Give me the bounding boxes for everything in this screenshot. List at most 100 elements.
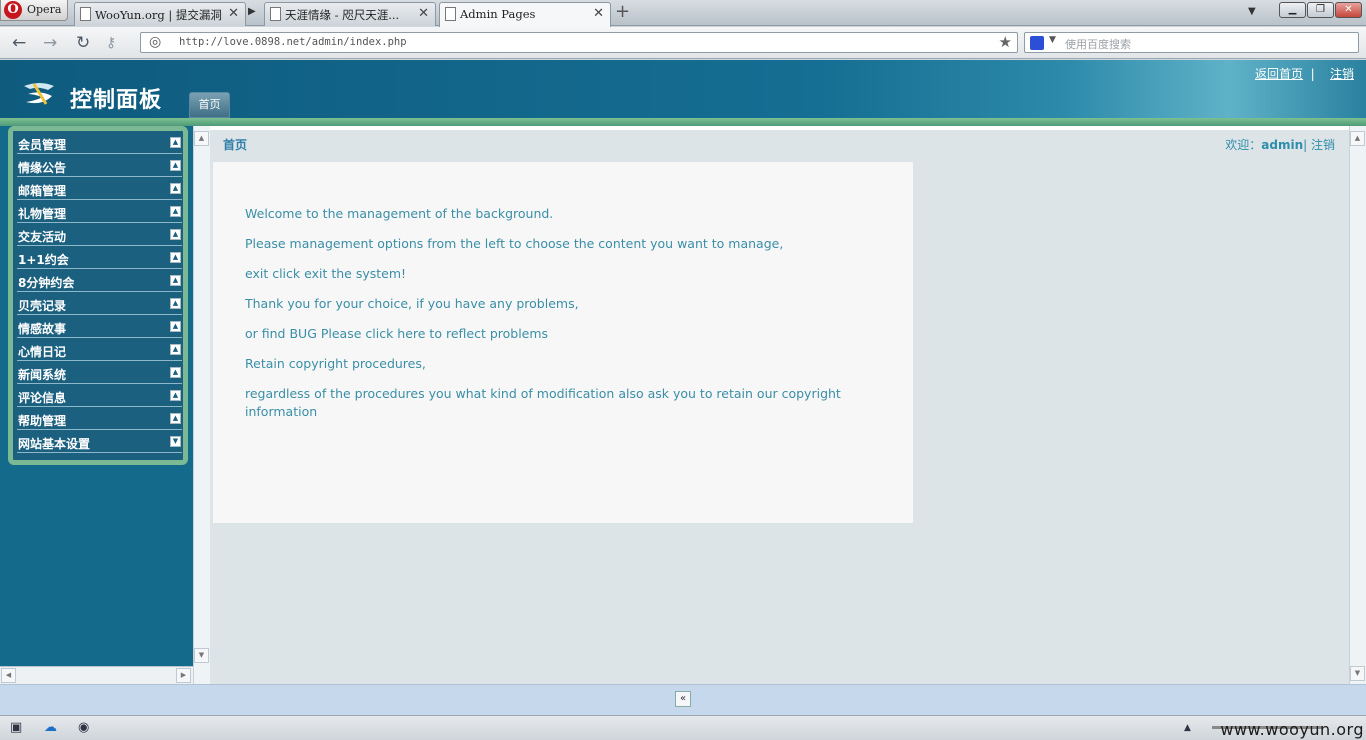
zoom-up-icon[interactable]: ▲ [1184, 723, 1191, 733]
close-icon[interactable]: ✕ [1335, 2, 1362, 18]
copyright-message: Retain copyright procedures, [245, 356, 426, 371]
instruction-message: Please management options from the left … [245, 236, 784, 251]
tab-close-icon[interactable]: ✕ [228, 6, 239, 21]
scroll-left-icon[interactable]: ◀ [1, 668, 16, 683]
sidebar-item-gift[interactable]: 礼物管理 ▲ [17, 201, 182, 223]
sidebar-item-member[interactable]: 会员管理 ▲ [17, 132, 182, 154]
sidebar-vertical-scrollbar[interactable]: ▲ ▼ [193, 126, 210, 684]
reload-icon[interactable]: ↻ [76, 33, 90, 53]
globe-icon: ◎ [149, 34, 162, 50]
collapse-icon[interactable]: ▲ [170, 275, 181, 286]
logout-link[interactable]: 注销 [1311, 138, 1335, 152]
tab-close-icon[interactable]: ✕ [418, 6, 429, 21]
url-field[interactable]: ◎ http://love.0898.net/admin/index.php ★ [140, 32, 1018, 53]
scroll-right-icon[interactable]: ▶ [176, 668, 191, 683]
scroll-down-icon[interactable]: ▼ [194, 648, 209, 663]
tab-home[interactable]: 首页 [189, 92, 230, 118]
collapse-icon[interactable]: ▲ [170, 229, 181, 240]
collapse-icon[interactable]: ▲ [170, 298, 181, 309]
sidebar-item-notice[interactable]: 情缘公告 ▲ [17, 155, 182, 177]
sidebar-item-shell-record[interactable]: 贝壳记录 ▲ [17, 293, 182, 315]
welcome-panel: Welcome to the management of the backgro… [213, 162, 913, 523]
sidebar-item-mailbox[interactable]: 邮箱管理 ▲ [17, 178, 182, 200]
welcome-bar: 欢迎：admin| 注销 [1225, 136, 1335, 153]
key-icon[interactable]: ⚷ [106, 35, 116, 51]
sidebar-item-label: 礼物管理 [18, 207, 67, 221]
expand-icon[interactable]: ▼ [170, 436, 181, 447]
tab-list-chevron-icon[interactable]: ▼ [1248, 6, 1256, 17]
sidebar-item-site-settings[interactable]: 网站基本设置 ▼ [17, 431, 182, 453]
sidebar-item-label: 8分钟约会 [18, 276, 75, 290]
panel-toggle-icon[interactable]: ▣ [10, 720, 22, 735]
sidebar-item-label: 心情日记 [18, 345, 67, 359]
sidebar: 会员管理 ▲ 情缘公告 ▲ 邮箱管理 ▲ 礼物管理 ▲ 交友活动 ▲ 1+1约会 ▲ 8分钟… [0, 126, 193, 684]
page-icon [80, 7, 91, 21]
star-icon[interactable]: ★ [999, 33, 1012, 51]
collapse-icon[interactable]: ▲ [170, 137, 181, 148]
panel-title: 控制面板 [70, 88, 163, 113]
collapse-icon[interactable]: ▲ [170, 252, 181, 263]
search-input[interactable]: ▼ 使用百度搜索 [1024, 32, 1359, 53]
sidebar-item-speed-date[interactable]: 8分钟约会 ▲ [17, 270, 182, 292]
maximize-icon[interactable]: ❐ [1307, 2, 1334, 18]
collapse-icon[interactable]: ▲ [170, 413, 181, 424]
opera-menu-label: Opera [27, 3, 62, 16]
scroll-up-icon[interactable]: ▲ [1350, 131, 1365, 146]
opera-logo-icon: O [4, 1, 22, 19]
baidu-icon[interactable] [1030, 36, 1044, 50]
collapse-icon[interactable]: ▲ [170, 390, 181, 401]
opera-menu-button[interactable]: O Opera [0, 0, 68, 21]
thanks-message: Thank you for your choice, if you have a… [245, 296, 579, 311]
top-links: 返回首页 | 注销 [1255, 65, 1354, 82]
main-vertical-scrollbar[interactable]: ▲ ▼ [1349, 126, 1366, 684]
browser-tab-tianya[interactable]: 天涯情缘 - 咫尺天涯... ✕ [264, 2, 436, 26]
tab-scroll-arrow-icon[interactable]: ▶ [248, 6, 256, 17]
scroll-up-icon[interactable]: ▲ [194, 131, 209, 146]
copyright-notice: regardless of the procedures you what ki… [245, 386, 841, 419]
chevron-down-icon[interactable]: ▼ [1049, 35, 1056, 45]
sidebar-item-activity[interactable]: 交友活动 ▲ [17, 224, 182, 246]
sidebar-item-help[interactable]: 帮助管理 ▲ [17, 408, 182, 430]
watermark: www.wooyun.org [1220, 720, 1364, 739]
sidebar-item-diary[interactable]: 心情日记 ▲ [17, 339, 182, 361]
tab-title: 天涯情缘 - 咫尺天涯... [285, 8, 400, 22]
sidebar-item-label: 帮助管理 [18, 414, 67, 428]
collapse-icon[interactable]: ▲ [170, 344, 181, 355]
back-icon[interactable]: ← [12, 33, 26, 53]
cloud-icon[interactable]: ☁ [44, 720, 57, 735]
sidebar-item-story[interactable]: 情感故事 ▲ [17, 316, 182, 338]
browser-tab-admin[interactable]: Admin Pages ✕ [439, 2, 611, 27]
forward-icon[interactable]: → [43, 33, 57, 53]
collapse-icon[interactable]: ▲ [170, 183, 181, 194]
sidebar-item-label: 邮箱管理 [18, 184, 67, 198]
browser-tab-wooyun[interactable]: WooYun.org | 提交漏洞 ✕ [74, 2, 246, 26]
sidebar-horizontal-scrollbar[interactable]: ◀ ▶ [0, 666, 193, 684]
collapse-icon[interactable]: ▲ [170, 367, 181, 378]
tab-close-icon[interactable]: ✕ [593, 6, 604, 21]
sidebar-item-label: 贝壳记录 [18, 299, 67, 313]
minimize-icon[interactable]: ▁ [1279, 2, 1306, 18]
scroll-down-icon[interactable]: ▼ [1350, 666, 1365, 681]
sidebar-item-date[interactable]: 1+1约会 ▲ [17, 247, 182, 269]
url-text: http://love.0898.net/admin/index.php [179, 36, 407, 48]
admin-header: 控制面板 首页 返回首页 | 注销 [0, 60, 1366, 122]
search-placeholder: 使用百度搜索 [1065, 38, 1131, 51]
sidebar-item-news[interactable]: 新闻系统 ▲ [17, 362, 182, 384]
collapse-icon[interactable]: ▲ [170, 321, 181, 332]
divider: | [1306, 67, 1327, 81]
sidebar-item-comments[interactable]: 评论信息 ▲ [17, 385, 182, 407]
collapse-icon[interactable]: ▲ [170, 160, 181, 171]
address-toolbar: ← → ↻ ⚷ ◎ http://love.0898.net/admin/ind… [0, 27, 1366, 59]
exit-message: exit click exit the system! [245, 266, 407, 281]
divider [210, 126, 1349, 130]
logout-link[interactable]: 注销 [1330, 67, 1354, 81]
bug-report-link[interactable]: or find BUG Please click here to reflect… [245, 325, 865, 343]
welcome-label: 欢迎： [1225, 138, 1262, 152]
return-home-link[interactable]: 返回首页 [1255, 67, 1303, 81]
collapse-sidebar-button[interactable]: « [675, 691, 691, 707]
collapse-icon[interactable]: ▲ [170, 206, 181, 217]
add-tab-icon[interactable]: + [615, 1, 630, 22]
speed-dial-icon[interactable]: ◉ [78, 720, 89, 735]
sidebar-item-label: 新闻系统 [18, 368, 67, 382]
breadcrumb[interactable]: 首页 [223, 136, 247, 153]
